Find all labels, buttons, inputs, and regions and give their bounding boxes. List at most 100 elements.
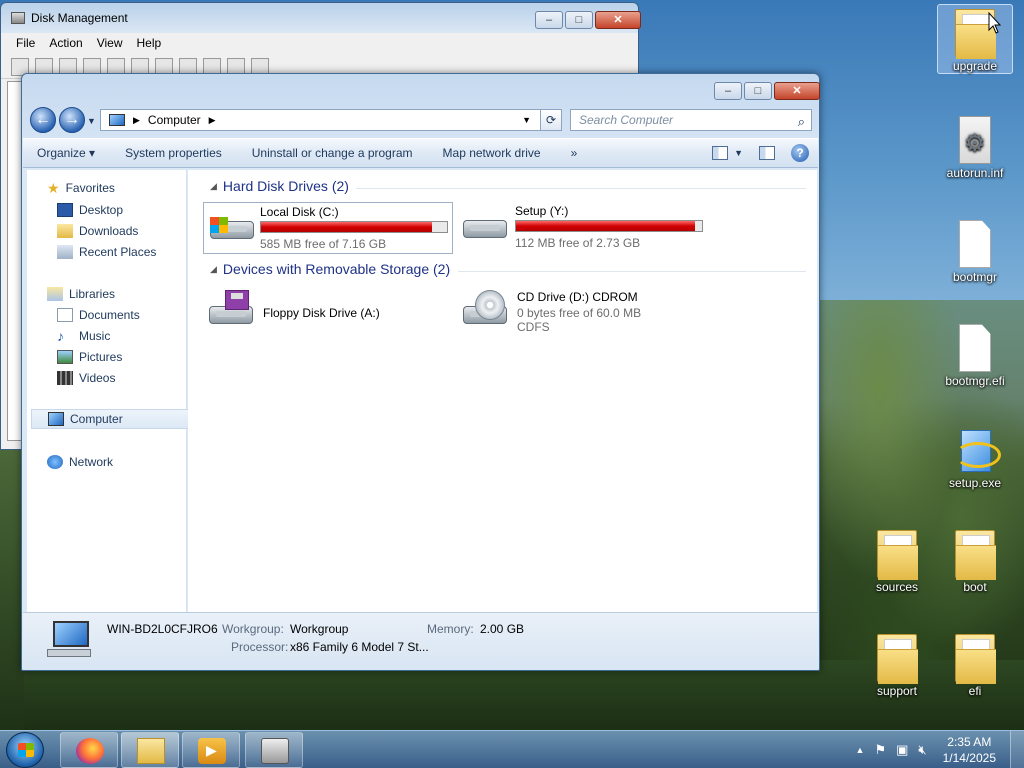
capacity-bar (515, 220, 703, 232)
taskbar-disk-management[interactable] (245, 732, 303, 768)
system-properties-button[interactable]: System properties (125, 146, 222, 160)
refresh-button[interactable]: ⟳ (540, 109, 562, 131)
start-button[interactable] (6, 732, 44, 768)
nav-network[interactable]: Network (47, 452, 205, 472)
minimize-button[interactable]: – (714, 82, 742, 100)
back-button[interactable]: ← (30, 107, 56, 133)
breadcrumb-chevron-icon[interactable]: ▶ (133, 115, 140, 126)
maximize-button[interactable]: □ (565, 11, 593, 29)
desktop-icon-label: boot (963, 580, 987, 594)
network-icon[interactable]: ▣ (896, 742, 908, 758)
drive-d[interactable]: CD Drive (D:) CDROM 0 bytes free of 60.0… (457, 288, 707, 340)
file-icon (959, 220, 991, 268)
command-bar: Organize ▾ System properties Uninstall o… (23, 138, 818, 168)
drive-a[interactable]: Floppy Disk Drive (A:) (203, 288, 453, 340)
network-icon (47, 455, 63, 469)
map-network-drive-button[interactable]: Map network drive (443, 146, 541, 160)
nav-label: Music (79, 329, 111, 343)
menu-file[interactable]: File (11, 33, 40, 55)
minimize-button[interactable]: – (535, 11, 563, 29)
nav-label: Libraries (69, 287, 116, 301)
clock[interactable]: 2:35 AM 1/14/2025 (937, 734, 1002, 766)
group-header-hard-disk-drives[interactable]: ◢ Hard Disk Drives (2) (210, 178, 349, 194)
change-view-icon[interactable] (712, 146, 729, 160)
processor-label: Processor: (231, 640, 289, 654)
menu-view[interactable]: View (92, 33, 128, 55)
search-icon[interactable]: ⌕ (798, 112, 805, 132)
disk-management-titlebar: Disk Management (11, 11, 128, 25)
menu-bar: File Action View Help (1, 33, 638, 55)
drive-free-space: 112 MB free of 2.73 GB (515, 236, 641, 250)
menu-help[interactable]: Help (132, 33, 167, 55)
maximize-button[interactable]: □ (744, 82, 772, 100)
recent-pages-chevron-icon[interactable]: ▼ (87, 116, 96, 126)
desktop-icon-boot[interactable]: boot (937, 526, 1013, 594)
search-input[interactable]: Search Computer ⌕ (570, 109, 812, 131)
view-dropdown-icon[interactable]: ▼ (734, 148, 743, 158)
nav-libraries[interactable]: Libraries (47, 284, 205, 304)
group-title: Hard Disk Drives (2) (222, 178, 349, 194)
help-icon[interactable]: ? (791, 144, 809, 162)
nav-label: Favorites (65, 181, 115, 195)
desktop-icon-label: efi (968, 684, 982, 698)
capacity-bar-fill (261, 222, 433, 232)
cd-drive-icon (461, 290, 509, 330)
uninstall-program-button[interactable]: Uninstall or change a program (252, 146, 413, 160)
folder-icon (955, 634, 996, 684)
desktop-icon-support[interactable]: support (859, 630, 935, 698)
group-header-removable-storage[interactable]: ◢ Devices with Removable Storage (2) (210, 261, 450, 277)
preview-pane-icon[interactable] (759, 146, 775, 160)
more-commands-button[interactable]: » (571, 146, 578, 160)
group-divider (356, 188, 806, 189)
command-bar-right: ▼ ? (712, 144, 809, 162)
hard-drive-icon (461, 204, 507, 244)
desktop-icon (57, 203, 73, 217)
show-hidden-icons-icon[interactable]: ▲ (856, 745, 865, 755)
desktop-icon-efi[interactable]: efi (937, 630, 1013, 698)
action-center-flag-icon[interactable]: ⚑ (874, 742, 886, 758)
menu-action[interactable]: Action (44, 33, 87, 55)
address-dropdown-icon[interactable]: ▼ (522, 115, 531, 125)
desktop-icon-bootmgr-efi[interactable]: bootmgr.efi (937, 320, 1013, 388)
folder-icon (877, 530, 918, 580)
desktop-icon-label: bootmgr.efi (945, 374, 1005, 388)
processor-value: x86 Family 6 Model 7 St... (290, 640, 429, 654)
music-icon: ♪ (57, 328, 64, 344)
nav-label: Recent Places (79, 245, 157, 259)
desktop-icon-bootmgr[interactable]: bootmgr (937, 216, 1013, 284)
folder-icon (877, 634, 918, 684)
breadcrumb-chevron-icon[interactable]: ▶ (209, 115, 216, 126)
disk-management-caption-buttons: – □ ✕ (535, 11, 641, 29)
address-bar[interactable]: ▶ Computer ▶ ▼ (100, 109, 562, 131)
nav-favorites[interactable]: ★ Favorites (47, 178, 205, 198)
disk-management-icon (11, 12, 25, 24)
folder-icon (955, 530, 996, 580)
capacity-bar-fill (516, 221, 695, 231)
desktop-icon-autorun[interactable]: autorun.inf (937, 112, 1013, 180)
forward-button[interactable]: → (59, 107, 85, 133)
nav-computer[interactable]: Computer (31, 409, 189, 429)
clock-time: 2:35 AM (947, 735, 992, 749)
drive-c[interactable]: Local Disk (C:) 585 MB free of 7.16 GB (203, 202, 453, 254)
organize-button[interactable]: Organize ▾ (37, 146, 95, 160)
close-button[interactable]: ✕ (595, 11, 641, 29)
show-desktop-button[interactable] (1010, 731, 1024, 768)
taskbar-media-player[interactable] (182, 732, 240, 768)
desktop-icon-setup[interactable]: setup.exe (937, 422, 1013, 490)
drive-y[interactable]: Setup (Y:) 112 MB free of 2.73 GB (457, 202, 707, 254)
taskbar: ▲ ⚑ ▣ 🔇︎ 2:35 AM 1/14/2025 (0, 730, 1024, 768)
volume-muted-icon[interactable]: 🔇︎ (918, 742, 926, 758)
workgroup-label: Workgroup: (222, 622, 284, 636)
group-divider (458, 271, 806, 272)
file-icon (959, 324, 991, 372)
close-button[interactable]: ✕ (774, 82, 820, 100)
breadcrumb-computer[interactable]: Computer (148, 113, 201, 127)
drive-free-space: 585 MB free of 7.16 GB (260, 237, 387, 251)
desktop-icon-sources[interactable]: sources (859, 526, 935, 594)
media-player-icon (198, 738, 226, 764)
nav-label: Videos (79, 371, 116, 385)
explorer-window[interactable]: – □ ✕ ← → ▼ ▶ Computer ▶ ▼ ⟳ Search Comp… (21, 73, 820, 671)
taskbar-firefox[interactable] (60, 732, 118, 768)
taskbar-explorer[interactable] (121, 732, 179, 768)
nav-label: Documents (79, 308, 140, 322)
